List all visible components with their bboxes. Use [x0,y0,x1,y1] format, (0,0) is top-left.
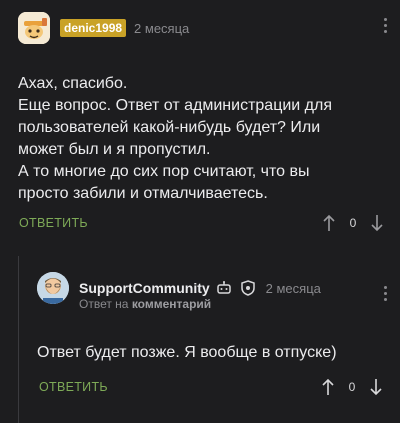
comment-text: Ответ будет позже. Я вообще в отпуске) [37,344,337,361]
reply-button[interactable]: ОТВЕТИТЬ [19,216,88,230]
comment-text-line: Еще вопрос. Ответ от администрации для [18,97,333,114]
comment-time: 2 месяца [265,280,321,296]
more-menu-icon[interactable] [384,286,388,301]
comment-actions: ОТВЕТИТЬ 0 [18,214,384,232]
bearded-man-avatar-icon [37,272,69,304]
comment-text-line: просто забили и отмалчиваетесь. [18,185,268,202]
reply-button[interactable]: ОТВЕТИТЬ [39,380,108,394]
shield-icon [240,280,255,296]
cartoon-avatar-icon [18,12,50,44]
arrow-down-icon[interactable] [370,214,384,232]
arrow-down-icon[interactable] [369,378,383,396]
comment-header: denic1998 2 месяца [18,12,400,44]
vote-score: 0 [349,216,357,230]
username[interactable]: SupportCommunity [79,280,210,296]
avatar[interactable] [37,272,69,304]
reply-to-link[interactable]: комментарий [132,297,211,311]
reply-to-line: Ответ на комментарий [79,297,211,311]
more-menu-icon[interactable] [384,18,388,33]
comment-actions: ОТВЕТИТЬ 0 [37,378,383,396]
robot-icon [216,281,231,294]
comment-text: Ахах, спасибо. Еще вопрос. Ответ от адми… [18,73,388,205]
reply-thread: SupportCommunity 2 месяца Ответ на комме… [18,256,400,423]
vote-controls: 0 [322,214,384,232]
comment-text-line: Ахах, спасибо. [18,75,128,92]
avatar[interactable] [18,12,50,44]
arrow-up-icon[interactable] [321,378,335,396]
vote-score: 0 [348,380,356,394]
username-badge[interactable]: denic1998 [60,19,127,37]
arrow-up-icon[interactable] [322,214,336,232]
comment-text-line: А то многие до сих пор считают, что вы [18,163,310,180]
comment-text-line: может был и я пропустил. [18,141,211,158]
reply-to-label: Ответ на [79,297,129,311]
comment: SupportCommunity 2 месяца Ответ на комме… [37,272,400,396]
comment: denic1998 2 месяца Ахах, спасибо. Еще во… [18,12,400,232]
comment-text-line: пользователей какой-нибудь будет? Или [18,119,321,136]
vote-controls: 0 [321,378,383,396]
comment-time: 2 месяца [134,20,190,36]
